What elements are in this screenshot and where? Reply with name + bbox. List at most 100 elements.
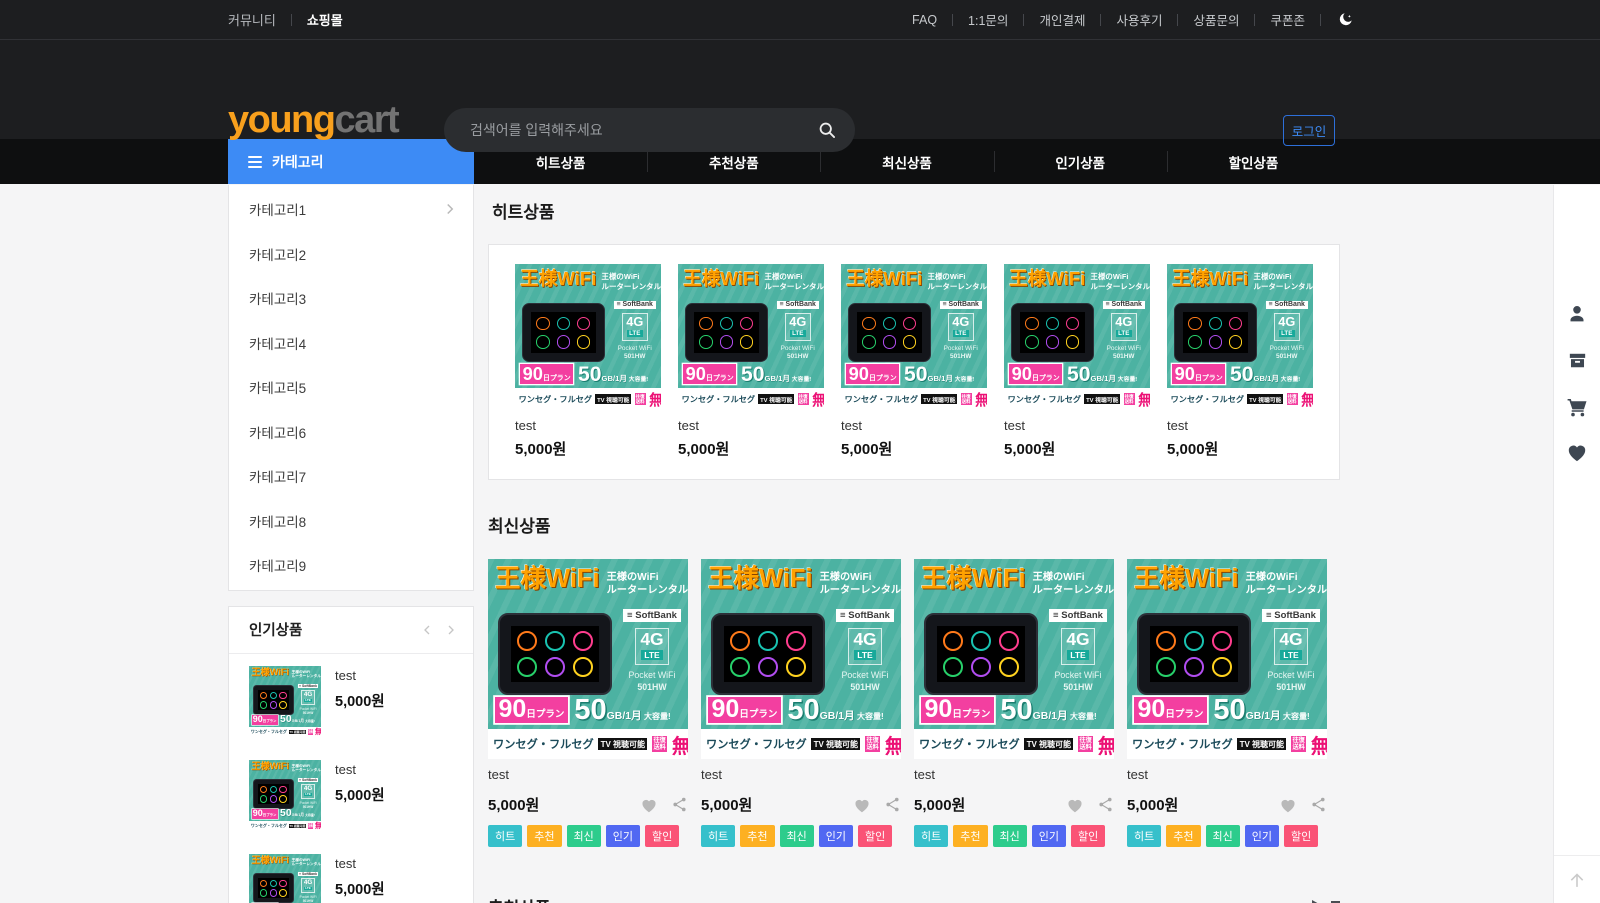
nav-filler [1340,139,1600,184]
banner-subtitle: 王様のWiFi ルーターレンタル [1246,571,1327,598]
product-card[interactable]: 王様WiFi 王様のWiFi ルーターレンタル ≡ SoftBank 4G LT… [1127,559,1327,847]
share-button[interactable] [1310,796,1327,813]
popular-item[interactable]: 王様WiFi 王様のWiFi ルーターレンタル ≡ SoftBank 4G LT… [249,666,453,738]
share-button[interactable] [1097,796,1114,813]
divider [1023,14,1024,26]
divider [1177,14,1178,26]
product-banner-image: 王様WiFi 王様のWiFi ルーターレンタル ≡ SoftBank 4G LT… [841,264,987,410]
banner-subtitle: 王様のWiFi ルーターレンタル [292,670,321,680]
wishlist-button[interactable] [853,797,871,813]
banner-footer: ワンセグ・フルセグ TV 視聴可能 往復送料 無料 [249,727,321,738]
sidebar-category-3[interactable]: 카테고리3 [229,276,473,321]
banner-brand-logo: 王様WiFi [683,270,759,288]
product-price: 5,000원 [1004,438,1150,459]
personal-payment-link[interactable]: 개인결제 [1039,10,1085,29]
sidebar-category-2[interactable]: 카테고리2 [229,232,473,277]
product-card[interactable]: 王様WiFi 王様のWiFi ルーターレンタル ≡ SoftBank 4G LT… [1004,264,1150,459]
product-banner-image: 王様WiFi 王様のWiFi ルーターレンタル ≡ SoftBank 4G LT… [249,760,321,832]
search-input[interactable] [468,121,817,139]
coupon-zone-link[interactable]: 쿠폰존 [1270,10,1305,29]
shop-link[interactable]: 쇼핑몰 [307,10,343,29]
device-screen [724,626,812,682]
sidebar-category-9[interactable]: 카테고리9 [229,543,473,588]
sidebar-category-8[interactable]: 카테고리8 [229,499,473,544]
orders-button[interactable] [1566,349,1589,372]
popular-products-widget: 인기상품 王様WiFi 王様のWiFi ルーターレンタル ≡ So [228,606,474,903]
wishlist-button[interactable] [1279,797,1297,813]
product-inquiry-link[interactable]: 상품문의 [1193,10,1239,29]
product-title: test [914,767,1114,782]
plan-row: 90日プラン 50 GB/1月 大容量! [520,363,657,386]
banner-right-column: ≡ SoftBank 4G LTE Pocket WiFi 501HW [1264,301,1309,362]
nav-item-discount[interactable]: 할인상품 [1167,139,1340,184]
banner-brand-logo: 王様WiFi [252,856,290,865]
search-button[interactable] [817,120,837,140]
sidebar: 카테고리1 카테고리2 카테고리3 카테고리4 카테고리5 카테고리6 카테고리… [228,185,474,903]
banner-subtitle: 王様のWiFi ルーターレンタル [1254,272,1313,291]
card-action-icons [853,796,901,813]
product-card[interactable]: 王様WiFi 王様のWiFi ルーターレンタル ≡ SoftBank 4G LT… [678,264,824,459]
banner-footer: ワンセグ・フルセグ TV 視聴可能 往復送料 無料 [1127,729,1327,759]
product-image: 王様WiFi 王様のWiFi ルーターレンタル ≡ SoftBank 4G LT… [841,264,987,410]
reviews-link[interactable]: 사용후기 [1116,10,1162,29]
sidebar-category-4[interactable]: 카테고리4 [229,321,473,366]
community-link[interactable]: 커뮤니티 [228,10,276,29]
product-banner-image: 王様WiFi 王様のWiFi ルーターレンタル ≡ SoftBank 4G LT… [249,666,321,738]
4g-lte-badge: 4G LTE [948,313,974,340]
nav-item-hit[interactable]: 히트상품 [474,139,647,184]
product-banner-image: 王様WiFi 王様のWiFi ルーターレンタル ≡ SoftBank 4G LT… [515,264,661,410]
cart-button[interactable] [1565,395,1589,419]
popular-prev-button[interactable] [419,622,435,638]
inquiry-link[interactable]: 1:1문의 [968,10,1008,29]
product-card[interactable]: 王様WiFi 王様のWiFi ルーターレンタル ≡ SoftBank 4G LT… [1167,264,1313,459]
popular-item[interactable]: 王様WiFi 王様のWiFi ルーターレンタル ≡ SoftBank 4G LT… [249,760,453,832]
banner-footer: ワンセグ・フルセグ TV 視聴可能 往復送料 無料 [1004,388,1150,410]
popular-item[interactable]: 王様WiFi 王様のWiFi ルーターレンタル ≡ SoftBank 4G LT… [249,854,453,903]
carrier-logo: ≡ SoftBank [1262,609,1319,622]
faq-link[interactable]: FAQ [912,13,937,27]
carrier-logo: ≡ SoftBank [1266,301,1308,310]
wishlist-button[interactable] [640,797,658,813]
nav-menu: 히트상품 추천상품 최신상품 인기상품 할인상품 [474,139,1340,184]
heart-icon [640,797,658,813]
site-logo[interactable]: youngcart [228,101,398,139]
scroll-to-top-button[interactable] [1554,855,1600,903]
product-title: test [678,418,824,433]
product-title: test [515,418,661,433]
banner-right-column: ≡ SoftBank 4G LTE Pocket WiFi 501HW [1047,609,1109,694]
product-thumbnail: 王様WiFi 王様のWiFi ルーターレンタル ≡ SoftBank 4G LT… [249,666,321,738]
nav-item-new[interactable]: 최신상품 [820,139,993,184]
sidebar-category-7[interactable]: 카테고리7 [229,454,473,499]
member-button[interactable] [1565,302,1589,326]
share-button[interactable] [671,796,688,813]
plan-row: 90日プラン 50 GB/1月 大容量! [495,694,682,726]
share-button[interactable] [884,796,901,813]
wifi-router-device [1011,303,1093,362]
product-card[interactable]: 王様WiFi 王様のWiFi ルーターレンタル ≡ SoftBank 4G LT… [488,559,688,847]
popular-item-info: test 5,000원 [335,854,385,903]
banner-right-column: ≡ SoftBank 4G LTE Pocket WiFi 501HW [621,609,683,694]
product-card[interactable]: 王様WiFi 王様のWiFi ルーターレンタル ≡ SoftBank 4G LT… [914,559,1114,847]
wishlist-button[interactable] [1066,797,1084,813]
share-nodes-icon [884,796,901,813]
sidebar-category-6[interactable]: 카테고리6 [229,410,473,455]
badge-popular: 인기 [1032,825,1066,847]
product-card[interactable]: 王様WiFi 王様のWiFi ルーターレンタル ≡ SoftBank 4G LT… [841,264,987,459]
popular-widget-arrows [419,622,459,638]
product-card[interactable]: 王様WiFi 王様のWiFi ルーターレンタル ≡ SoftBank 4G LT… [515,264,661,459]
sidebar-category-1[interactable]: 카테고리1 [229,187,473,232]
popular-next-button[interactable] [443,622,459,638]
dark-mode-toggle[interactable] [1336,11,1354,29]
sidebar-category-5[interactable]: 카테고리5 [229,365,473,410]
nav-item-recommend[interactable]: 추천상품 [647,139,820,184]
heart-icon [1279,797,1297,813]
device-model: Pocket WiFi 501HW [1055,670,1102,694]
product-card[interactable]: 王様WiFi 王様のWiFi ルーターレンタル ≡ SoftBank 4G LT… [701,559,901,847]
category-menu-button[interactable]: 카테고리 [228,139,474,184]
nav-item-popular[interactable]: 인기상품 [994,139,1167,184]
device-model: Pocket WiFi 501HW [618,345,652,362]
wishlist-button[interactable] [1566,442,1588,462]
product-price: 5,000원 [914,794,965,815]
banner-subtitle: 王様のWiFi ルーターレンタル [1091,272,1150,291]
plan-90days: 90日プラン [846,364,899,383]
